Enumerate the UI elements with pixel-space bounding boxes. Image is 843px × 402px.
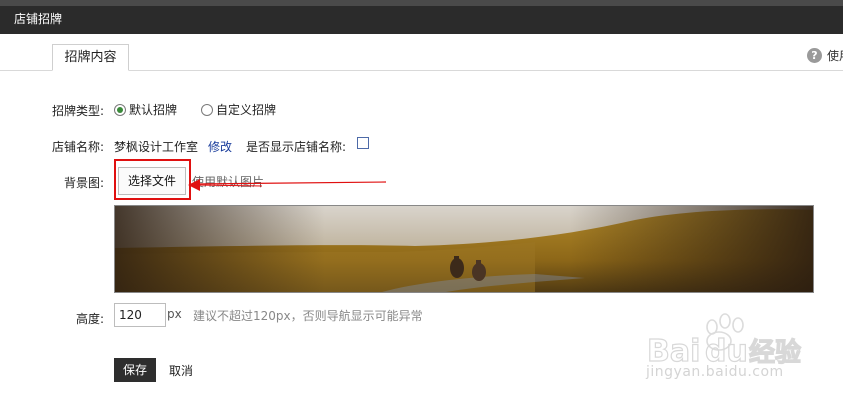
type-radio-group: 默认招牌 自定义招牌 <box>114 101 300 118</box>
radio-custom[interactable] <box>201 103 214 116</box>
type-label: 招牌类型: <box>52 104 105 118</box>
height-unit: px <box>167 307 182 321</box>
edit-store-name-link[interactable]: 修改 <box>208 138 232 155</box>
radio-custom-label[interactable]: 自定义招牌 <box>216 101 276 118</box>
show-store-name-checkbox[interactable] <box>357 137 369 149</box>
help-label: 使用 <box>827 48 843 63</box>
show-store-name-label: 是否显示店铺名称: <box>246 140 347 154</box>
save-button[interactable]: 保存 <box>114 358 156 382</box>
radio-default[interactable] <box>114 103 126 116</box>
help-icon: ? <box>807 47 822 63</box>
banner-preview <box>114 205 814 293</box>
height-input[interactable] <box>114 303 166 327</box>
background-label: 背景图: <box>64 176 105 190</box>
radio-default-label[interactable]: 默认招牌 <box>129 101 177 118</box>
cancel-link[interactable]: 取消 <box>169 362 193 379</box>
watermark-url: jingyan.baidu.com <box>646 364 784 380</box>
highlight-box <box>114 159 191 200</box>
help-link[interactable]: ? 使用 <box>807 46 843 64</box>
height-label: 高度: <box>76 312 105 326</box>
store-name-label: 店铺名称: <box>52 140 105 154</box>
height-hint: 建议不超过120px，否则导航显示可能异常 <box>193 309 423 323</box>
baidu-watermark: Bai du 经验 <box>646 313 802 370</box>
window-title: 店铺招牌 <box>0 6 843 34</box>
tab-signboard-content[interactable]: 招牌内容 <box>52 44 129 71</box>
store-name-value: 梦枫设计工作室 <box>114 140 199 154</box>
default-image-text: 使用默认图片 <box>192 175 265 189</box>
